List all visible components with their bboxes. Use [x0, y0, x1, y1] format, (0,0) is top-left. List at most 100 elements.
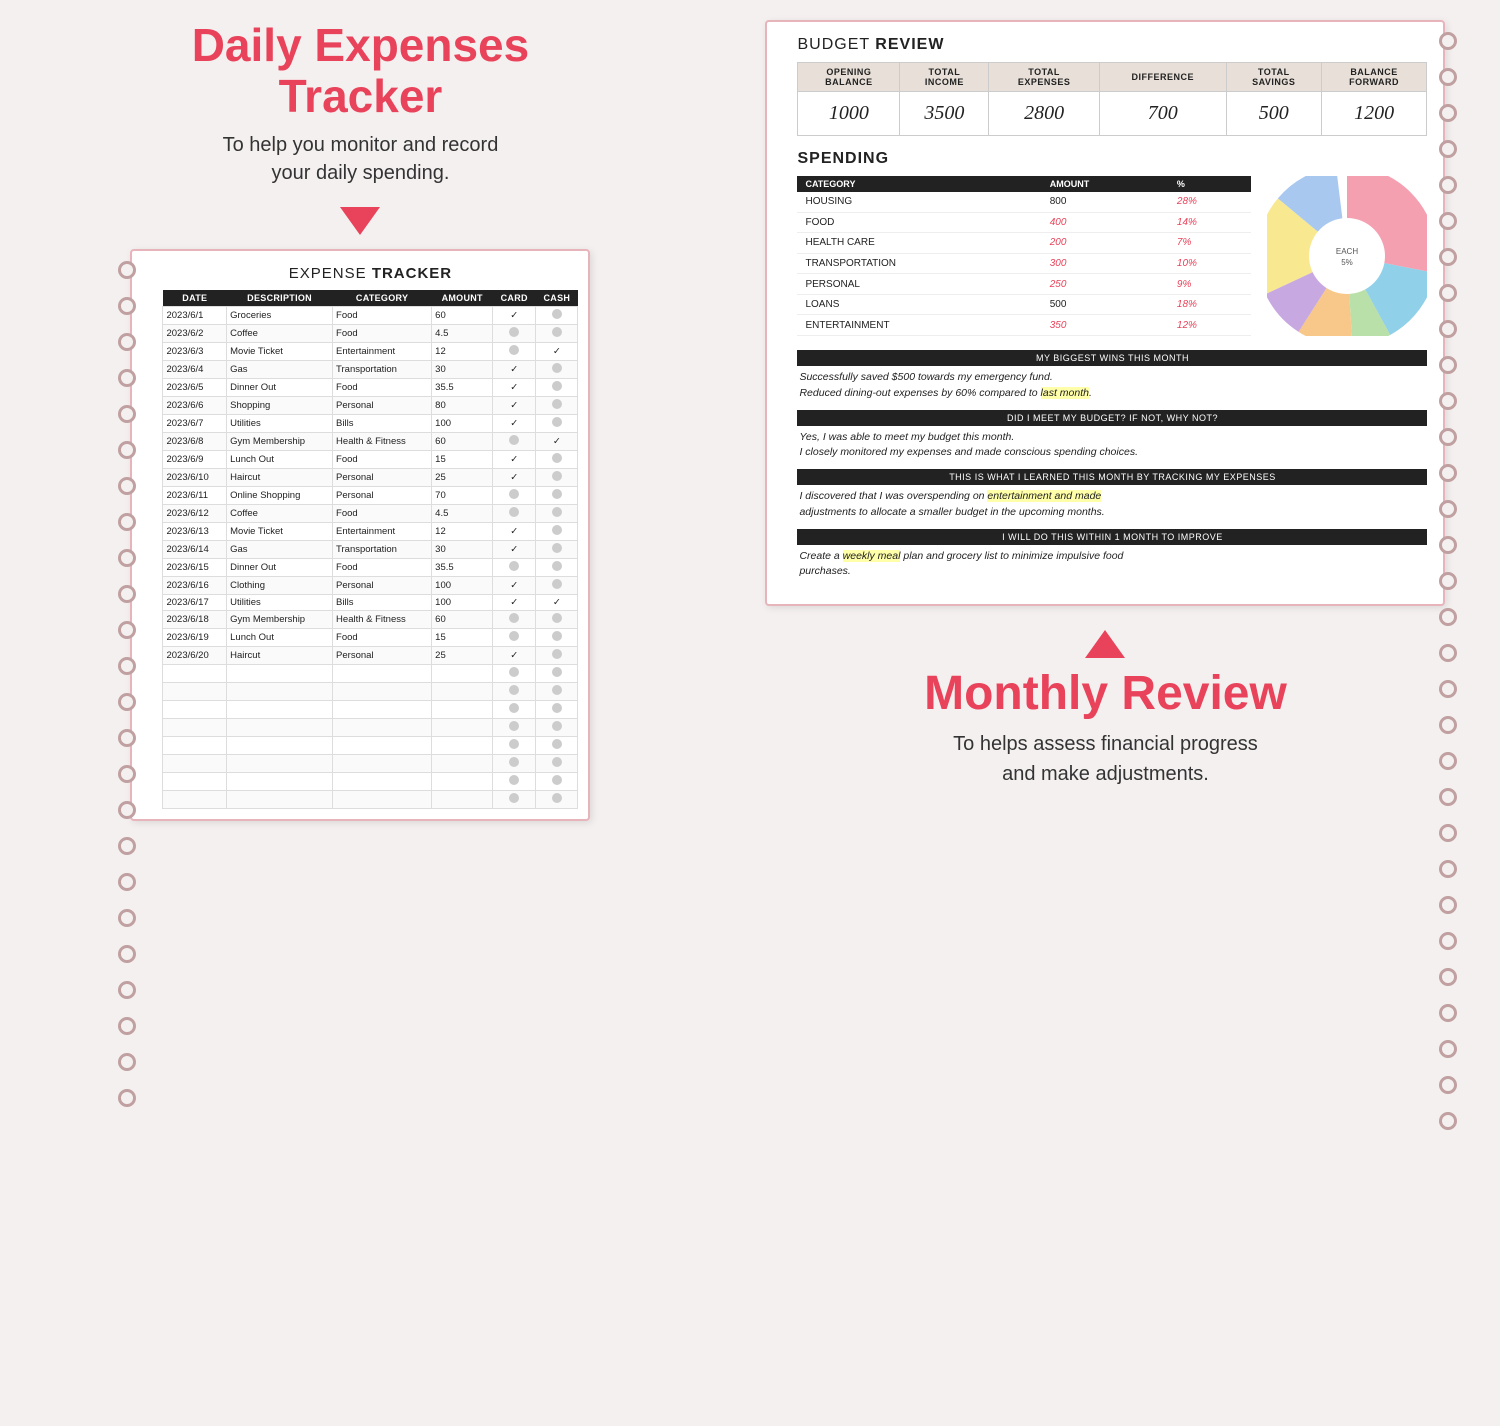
spiral-ring — [118, 513, 136, 531]
review-line: I closely monitored my expenses and made… — [799, 445, 1425, 461]
spiral-ring — [1439, 1004, 1457, 1022]
spiral-ring — [118, 621, 136, 639]
spiral-ring — [118, 441, 136, 459]
spiral-ring — [118, 729, 136, 747]
spiral-ring — [1439, 644, 1457, 662]
spending-title: SPENDING — [797, 150, 1427, 168]
daily-expenses-title: Daily ExpensesTracker — [192, 20, 530, 121]
review-section: THIS IS WHAT I LEARNED THIS MONTH BY TRA… — [797, 469, 1427, 521]
spending-col-category: CATEGORY — [797, 176, 1041, 192]
monthly-review-subtitle: To helps assess financial progress and m… — [924, 729, 1287, 789]
spiral-ring — [1439, 860, 1457, 878]
table-row: 2023/6/17 Utilities Bills 100 ✓ ✓ — [163, 595, 578, 611]
spiral-ring — [1439, 968, 1457, 986]
spiral-ring — [118, 765, 136, 783]
spiral-ring — [1439, 752, 1457, 770]
empty-table-row — [163, 737, 578, 755]
review-section-body: I discovered that I was overspending on … — [797, 489, 1427, 521]
review-section: DID I MEET MY BUDGET? IF NOT, WHY NOT? Ye… — [797, 410, 1427, 462]
empty-table-row — [163, 773, 578, 791]
table-row: 2023/6/4 Gas Transportation 30 ✓ — [163, 361, 578, 379]
table-row: 2023/6/14 Gas Transportation 30 ✓ — [163, 541, 578, 559]
spiral-ring — [1439, 608, 1457, 626]
review-section-body: Successfully saved $500 towards my emerg… — [797, 370, 1427, 402]
budget-header-cell: TOTALSAVINGS — [1226, 63, 1321, 92]
spiral-ring — [1439, 788, 1457, 806]
table-row: 2023/6/5 Dinner Out Food 35.5 ✓ — [163, 379, 578, 397]
spiral-binding — [118, 261, 136, 1107]
review-section: I WILL DO THIS WITHIN 1 MONTH TO IMPROVE… — [797, 529, 1427, 581]
budget-value-cell: 500 — [1226, 92, 1321, 136]
budget-value-cell: 1000 — [798, 92, 900, 136]
spiral-ring — [1439, 320, 1457, 338]
spending-row: PERSONAL 250 9% — [797, 274, 1251, 295]
table-row: 2023/6/6 Shopping Personal 80 ✓ — [163, 397, 578, 415]
col-amount: AMOUNT — [432, 290, 493, 307]
budget-value-cell: 1200 — [1321, 92, 1427, 136]
review-section-body: Create a weekly meal plan and grocery li… — [797, 549, 1427, 581]
spiral-ring — [118, 549, 136, 567]
spiral-ring — [1439, 248, 1457, 266]
spiral-ring — [118, 909, 136, 927]
review-section-header: DID I MEET MY BUDGET? IF NOT, WHY NOT? — [797, 410, 1427, 426]
table-row: 2023/6/16 Clothing Personal 100 ✓ — [163, 577, 578, 595]
spiral-ring — [118, 477, 136, 495]
spiral-ring — [118, 333, 136, 351]
table-row: 2023/6/19 Lunch Out Food 15 — [163, 629, 578, 647]
spending-table: CATEGORY AMOUNT % HOUSING 800 28% FOOD 4… — [797, 176, 1251, 336]
spiral-ring — [1439, 284, 1457, 302]
spiral-ring — [118, 1089, 136, 1107]
col-date: DATE — [163, 290, 227, 307]
spiral-ring — [1439, 716, 1457, 734]
table-row: 2023/6/11 Online Shopping Personal 70 — [163, 487, 578, 505]
review-sections: MY BIGGEST WINS THIS MONTHSuccessfully s… — [797, 350, 1427, 580]
left-column: Daily ExpensesTracker To help you monito… — [20, 20, 701, 821]
spiral-ring — [1439, 932, 1457, 950]
spiral-ring — [1439, 1112, 1457, 1130]
spending-row: HEALTH CARE 200 7% — [797, 233, 1251, 254]
budget-value-cell: 700 — [1099, 92, 1226, 136]
left-subtitle: To help you monitor and recordyour daily… — [223, 131, 499, 187]
spending-row: ENTERTAINMENT 350 12% — [797, 315, 1251, 336]
spiral-ring — [1439, 392, 1457, 410]
expense-tracker-notebook: EXPENSE TRACKER DATE DESCRIPTION CATEGOR… — [130, 249, 590, 821]
review-line: Yes, I was able to meet my budget this m… — [799, 430, 1425, 446]
spiral-ring — [1439, 896, 1457, 914]
spending-area: CATEGORY AMOUNT % HOUSING 800 28% FOOD 4… — [797, 176, 1427, 336]
review-section-header: THIS IS WHAT I LEARNED THIS MONTH BY TRA… — [797, 469, 1427, 485]
budget-value-cell: 2800 — [989, 92, 1099, 136]
spiral-ring — [1439, 428, 1457, 446]
spending-row: HOUSING 800 28% — [797, 192, 1251, 212]
spending-row: LOANS 500 18% — [797, 294, 1251, 315]
empty-table-row — [163, 791, 578, 809]
table-row: 2023/6/12 Coffee Food 4.5 — [163, 505, 578, 523]
spending-col-amount: AMOUNT — [1042, 176, 1169, 192]
spiral-ring — [1439, 212, 1457, 230]
spiral-ring — [1439, 68, 1457, 86]
spiral-ring — [1439, 680, 1457, 698]
table-row: 2023/6/1 Groceries Food 60 ✓ — [163, 307, 578, 325]
spiral-ring — [118, 657, 136, 675]
col-category: CATEGORY — [333, 290, 432, 307]
budget-header-cell: TOTALINCOME — [900, 63, 989, 92]
right-column: BUDGET REVIEW OPENINGBALANCETOTALINCOMET… — [731, 20, 1480, 789]
table-row: 2023/6/3 Movie Ticket Entertainment 12 ✓ — [163, 343, 578, 361]
monthly-review-section: Monthly Review To helps assess financial… — [924, 630, 1287, 789]
spiral-ring — [1439, 572, 1457, 590]
col-card: CARD — [493, 290, 536, 307]
review-line: Create a weekly meal plan and grocery li… — [799, 549, 1425, 565]
budget-value-cell: 3500 — [900, 92, 989, 136]
svg-text:EACH: EACH — [1336, 247, 1358, 256]
spiral-ring — [1439, 500, 1457, 518]
empty-table-row — [163, 755, 578, 773]
spending-col-pct: % — [1169, 176, 1252, 192]
spending-pie-chart: EACH 5% — [1267, 176, 1427, 336]
table-row: 2023/6/18 Gym Membership Health & Fitnes… — [163, 611, 578, 629]
table-row: 2023/6/7 Utilities Bills 100 ✓ — [163, 415, 578, 433]
review-notebook: BUDGET REVIEW OPENINGBALANCETOTALINCOMET… — [765, 20, 1445, 606]
review-spiral — [1439, 32, 1457, 1130]
spending-row: FOOD 400 14% — [797, 212, 1251, 233]
spiral-ring — [118, 261, 136, 279]
spiral-ring — [118, 873, 136, 891]
spending-row: TRANSPORTATION 300 10% — [797, 253, 1251, 274]
